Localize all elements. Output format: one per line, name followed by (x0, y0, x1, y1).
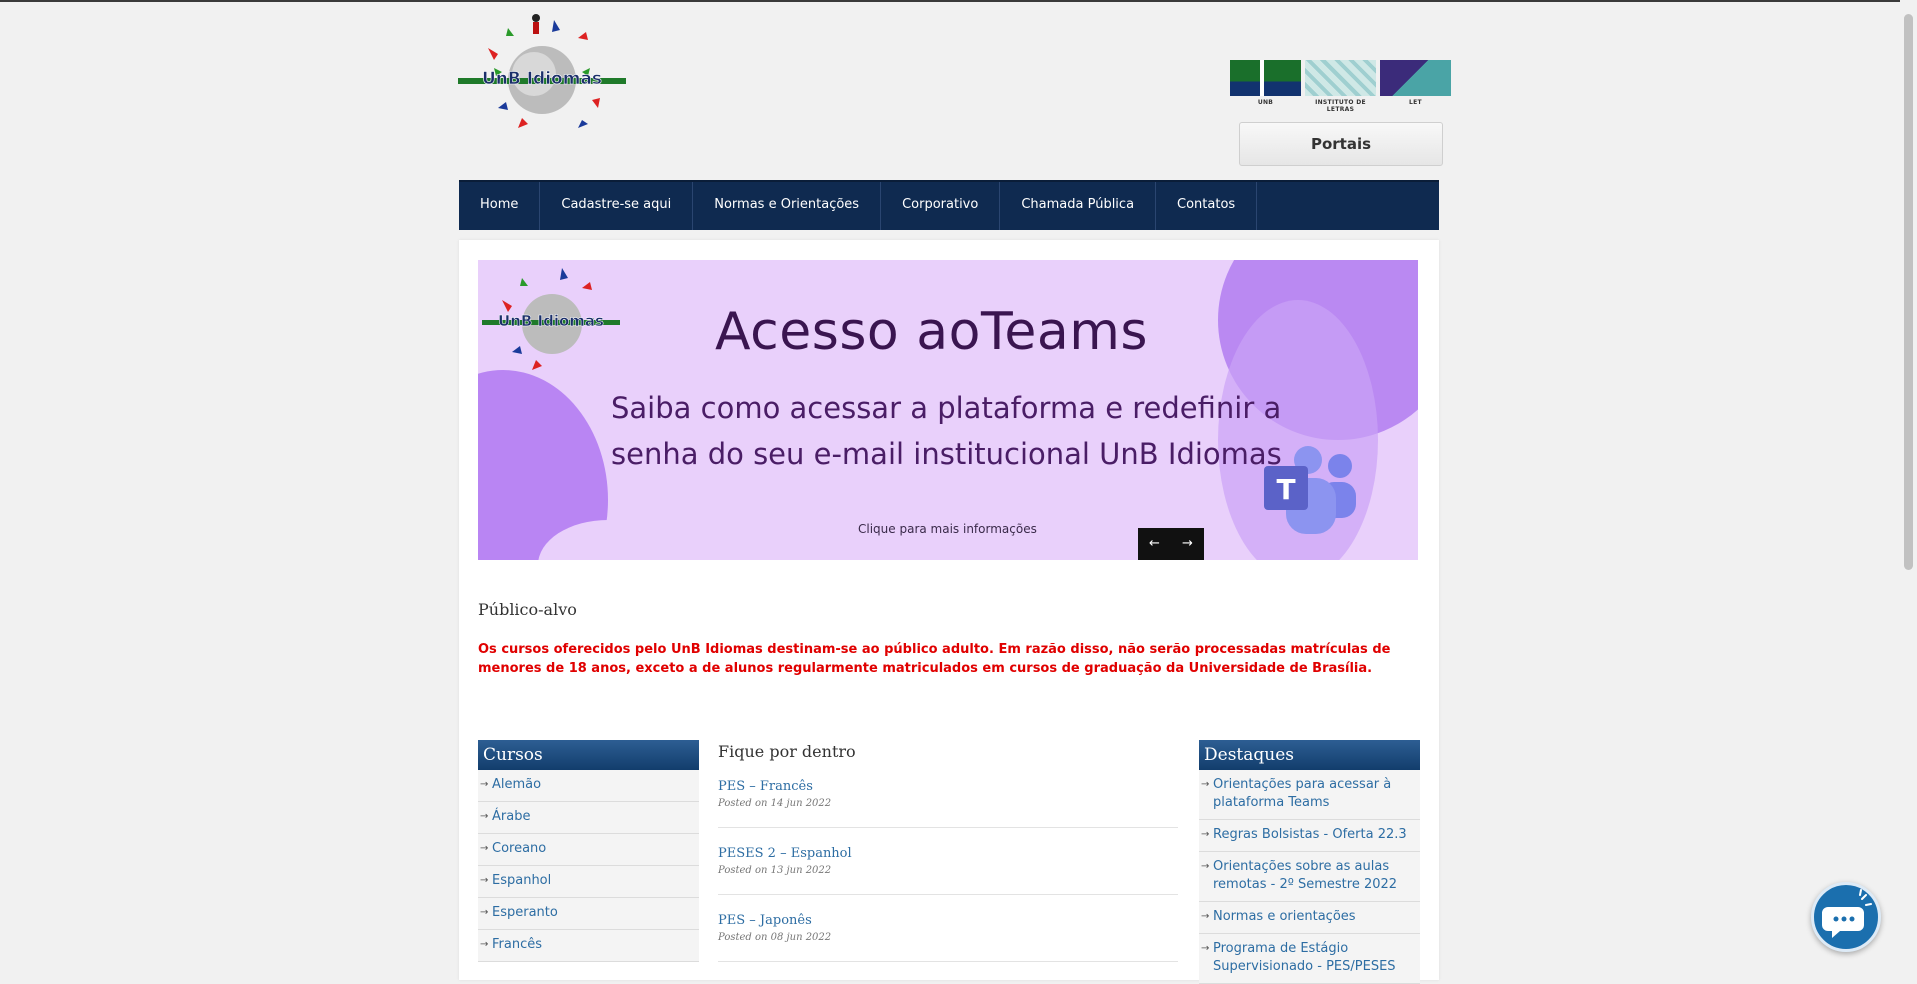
slideshow-banner[interactable]: UnB Idiomas Acesso aoTeams Saiba como ac… (478, 260, 1418, 560)
banner-subtitle: Saiba como acessar a plataforma e redefi… (611, 391, 1282, 471)
destaque-item[interactable]: Regras Bolsistas - Oferta 22.3 (1199, 820, 1420, 852)
curso-item[interactable]: Espanhol (478, 866, 699, 898)
portais-button[interactable]: Portais (1239, 122, 1443, 166)
let-caption: LET (1409, 99, 1422, 106)
curso-item[interactable]: Coreano (478, 834, 699, 866)
destaque-label: Regras Bolsistas - Oferta 22.3 (1213, 827, 1407, 842)
curso-item[interactable]: Francês (478, 930, 699, 962)
chat-button[interactable] (1811, 882, 1881, 952)
cursos-sidebar: Cursos Alemão Árabe Coreano Espanhol Esp… (478, 740, 699, 962)
teams-icon: T (1264, 446, 1360, 536)
unb-caption: UNB (1257, 99, 1274, 106)
instituto-letras-logo[interactable]: INSTITUTO DE LETRAS (1305, 60, 1376, 113)
banner-logo: UnB Idiomas (482, 260, 620, 390)
window-top-border (0, 0, 1917, 2)
slider-controls: ← → (1138, 528, 1204, 560)
news-post: PES – Francês Posted on 14 jun 2022 (718, 779, 1178, 828)
prev-slide-button[interactable]: ← (1138, 528, 1171, 560)
post-date: Posted on 13 jun 2022 (718, 865, 832, 876)
destaque-label: Programa de Estágio Supervisionado - PES… (1213, 941, 1396, 974)
instituto-caption: INSTITUTO DE LETRAS (1315, 99, 1366, 113)
curso-item[interactable]: Alemão (478, 770, 699, 802)
content-area: UnB Idiomas Acesso aoTeams Saiba como ac… (459, 240, 1439, 984)
unb-idiomas-logo[interactable]: UnB Idiomas (458, 8, 626, 148)
nav-corporativo[interactable]: Corporativo (881, 182, 1001, 230)
news-title: Fique por dentro (718, 742, 856, 761)
nav-contatos[interactable]: Contatos (1156, 182, 1258, 230)
destaque-label: Normas e orientações (1213, 909, 1356, 924)
post-link[interactable]: PES – Japonês (718, 913, 1178, 928)
logo-wordmark: UnB Idiomas (482, 69, 602, 89)
partner-logos: UNB INSTITUTO DE LETRAS LET (1230, 60, 1452, 113)
destaque-item[interactable]: Orientações para acessar à plataforma Te… (1199, 770, 1420, 820)
curso-label: Alemão (492, 777, 542, 792)
nav-home[interactable]: Home (459, 182, 541, 230)
banner-cta[interactable]: Clique para mais informações (858, 522, 1037, 536)
curso-label: Francês (492, 937, 543, 952)
destaques-sidebar: Destaques Orientações para acessar à pla… (1199, 740, 1420, 984)
destaque-item[interactable]: Orientações sobre as aulas remotas - 2º … (1199, 852, 1420, 902)
curso-label: Coreano (492, 841, 547, 856)
chat-icon (1822, 889, 1872, 938)
post-date: Posted on 14 jun 2022 (718, 798, 832, 809)
scrollbar-thumb[interactable] (1904, 14, 1913, 570)
news-post: PES – Japonês Posted on 08 jun 2022 (718, 913, 1178, 962)
news-section: Fique por dentro PES – Francês Posted on… (718, 740, 1178, 980)
main-nav: Home Cadastre-se aqui Normas e Orientaçõ… (459, 180, 1439, 230)
nav-cadastre[interactable]: Cadastre-se aqui (540, 182, 694, 230)
banner-logo-wordmark: UnB Idiomas (498, 312, 604, 330)
curso-item[interactable]: Esperanto (478, 898, 699, 930)
nav-chamada-publica[interactable]: Chamada Pública (1000, 182, 1157, 230)
publico-alvo-title: Público-alvo (478, 600, 577, 619)
next-slide-button[interactable]: → (1171, 528, 1204, 560)
publico-alvo-notice: Os cursos oferecidos pelo UnB Idiomas de… (478, 642, 1391, 676)
post-date: Posted on 08 jun 2022 (718, 932, 832, 943)
curso-label: Árabe (492, 809, 531, 824)
banner-title: Acesso aoTeams (715, 302, 1148, 362)
curso-item[interactable]: Árabe (478, 802, 699, 834)
destaques-title: Destaques (1199, 740, 1420, 770)
curso-label: Esperanto (492, 905, 558, 920)
unb-logo[interactable]: UNB (1230, 60, 1301, 110)
nav-normas[interactable]: Normas e Orientações (693, 182, 882, 230)
curso-label: Espanhol (492, 873, 552, 888)
post-link[interactable]: PESES 2 – Espanhol (718, 846, 1178, 861)
destaque-label: Orientações sobre as aulas remotas - 2º … (1213, 859, 1398, 892)
let-logo[interactable]: LET (1380, 60, 1451, 110)
post-link[interactable]: PES – Francês (718, 779, 1178, 794)
page-scrollbar[interactable] (1900, 0, 1917, 968)
destaque-item[interactable]: Normas e orientações (1199, 902, 1420, 934)
destaque-label: Orientações para acessar à plataforma Te… (1213, 777, 1392, 810)
destaque-item[interactable]: Programa de Estágio Supervisionado - PES… (1199, 934, 1420, 984)
svg-text:T: T (1276, 473, 1295, 506)
cursos-title: Cursos (478, 740, 699, 770)
news-post: PESES 2 – Espanhol Posted on 13 jun 2022 (718, 846, 1178, 895)
